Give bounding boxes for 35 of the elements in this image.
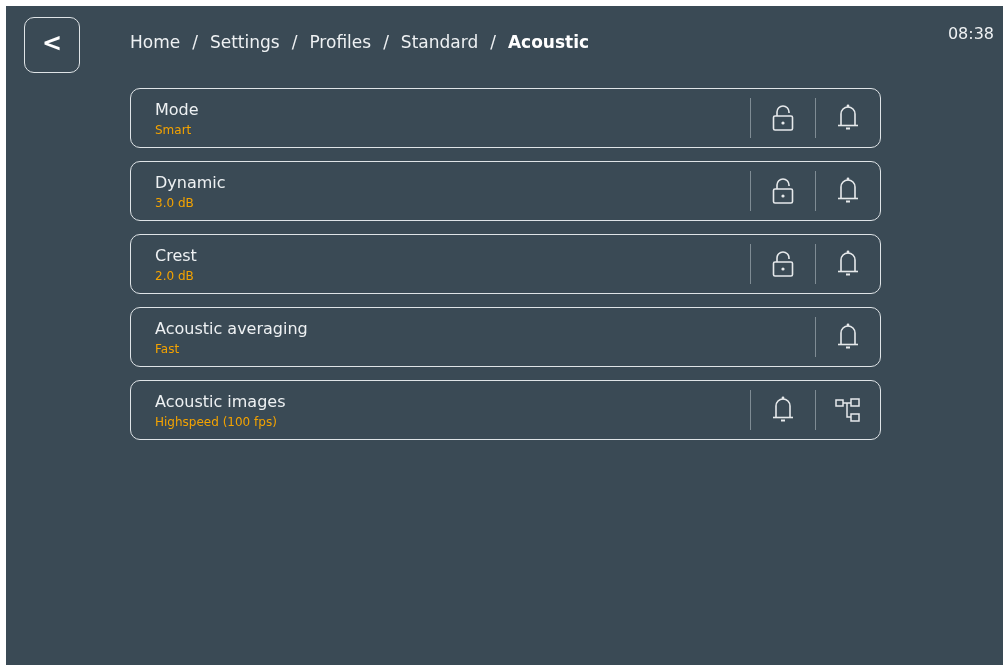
setting-title: Acoustic images xyxy=(155,391,287,411)
breadcrumb-item[interactable]: Profiles xyxy=(309,32,372,52)
breadcrumb-separator: / xyxy=(383,32,389,52)
breadcrumb-separator: / xyxy=(192,32,198,52)
clock: 08:38 xyxy=(947,24,994,43)
breadcrumb-item[interactable]: Standard xyxy=(400,32,479,52)
setting-title: Mode xyxy=(155,99,200,119)
setting-title: Acoustic averaging xyxy=(155,318,309,338)
setting-row[interactable]: Mode Smart xyxy=(130,88,881,148)
setting-row[interactable]: Acoustic images Highspeed (100 fps) xyxy=(130,380,881,440)
setting-value: Smart xyxy=(155,122,193,137)
setting-value: 3.0 dB xyxy=(155,195,195,210)
hierarchy-icon[interactable] xyxy=(835,397,861,423)
setting-value: Fast xyxy=(155,341,181,356)
setting-value: 2.0 dB xyxy=(155,268,195,283)
breadcrumb-separator: / xyxy=(490,32,496,52)
back-button[interactable]: < xyxy=(24,17,80,73)
bell-icon[interactable] xyxy=(836,176,860,206)
lock-icon[interactable] xyxy=(771,250,795,278)
breadcrumb-item[interactable]: Settings xyxy=(209,32,280,52)
setting-row[interactable]: Crest 2.0 dB xyxy=(130,234,881,294)
setting-row[interactable]: Acoustic averaging Fast xyxy=(130,307,881,367)
bell-icon[interactable] xyxy=(836,103,860,133)
setting-row[interactable]: Dynamic 3.0 dB xyxy=(130,161,881,221)
breadcrumb-item[interactable]: Home xyxy=(130,32,181,52)
bell-icon[interactable] xyxy=(836,249,860,279)
setting-value: Highspeed (100 fps) xyxy=(155,414,278,429)
breadcrumb-item[interactable]: Acoustic xyxy=(507,32,590,52)
bell-icon[interactable] xyxy=(771,395,795,425)
bell-icon[interactable] xyxy=(836,322,860,352)
setting-title: Dynamic xyxy=(155,172,227,192)
breadcrumb-separator: / xyxy=(291,32,298,52)
lock-icon[interactable] xyxy=(771,104,795,132)
lock-icon[interactable] xyxy=(771,177,795,205)
setting-title: Crest xyxy=(155,245,198,265)
